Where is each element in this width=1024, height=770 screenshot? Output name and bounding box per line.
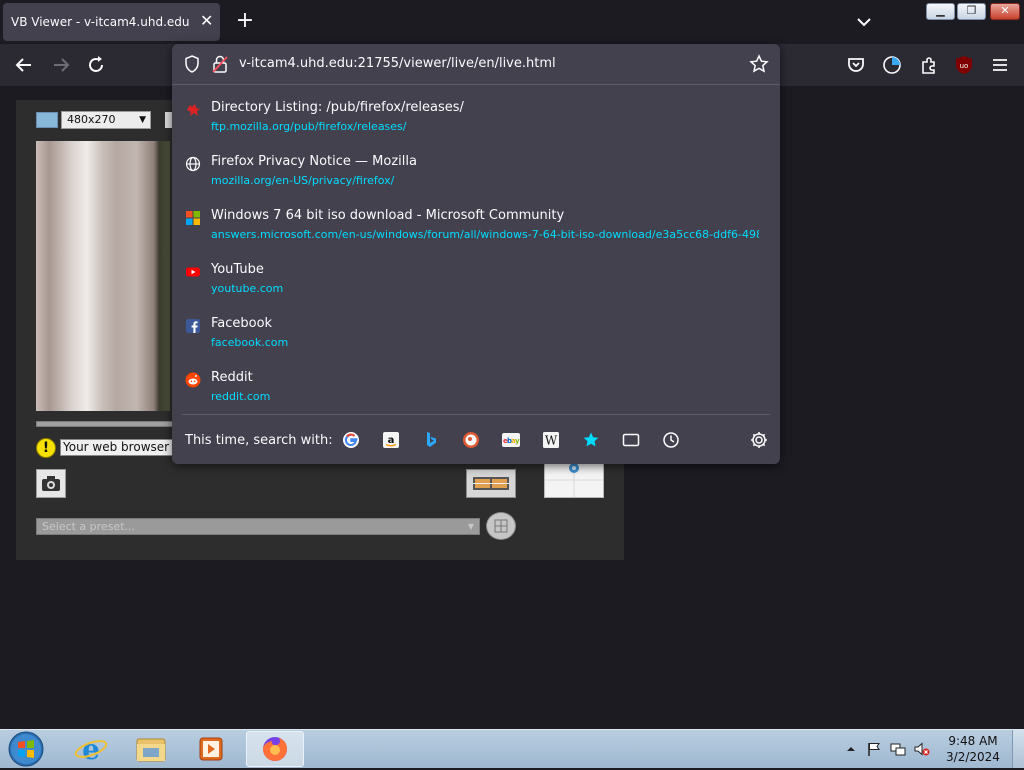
suggestion-url: mozilla.org/en-US/privacy/firefox/ xyxy=(211,174,395,187)
list-all-tabs-icon[interactable] xyxy=(853,13,875,31)
ptz-control-pad[interactable] xyxy=(544,462,604,498)
gear-icon[interactable] xyxy=(750,431,768,449)
resolution-icon xyxy=(36,112,58,128)
window-close-button[interactable]: ✕ xyxy=(990,3,1020,20)
tab-strip: VB Viewer - v-itcam4.uhd.edu ✕ + ▁ ❐ ✕ xyxy=(0,0,1024,44)
layout-split-button[interactable] xyxy=(466,469,516,498)
forward-arrow-icon[interactable] xyxy=(50,54,72,76)
new-tab-button[interactable]: + xyxy=(234,9,256,33)
split-view-icon xyxy=(473,477,509,490)
history-icon[interactable] xyxy=(662,431,680,449)
suggestion-url: reddit.com xyxy=(211,390,271,403)
media-player-icon[interactable] xyxy=(183,731,239,767)
video-progress-bar xyxy=(36,421,176,427)
suggestion-item[interactable]: Windows 7 64 bit iso download - Microsof… xyxy=(172,204,780,258)
clock-date: 3/2/2024 xyxy=(946,750,1000,764)
show-hidden-icons-icon[interactable] xyxy=(843,741,859,757)
svg-text:a: a xyxy=(388,435,395,446)
preset-select[interactable]: Select a preset... ▼ xyxy=(36,518,480,535)
resolution-value: 480x270 xyxy=(67,113,116,126)
suggestion-title: Facebook xyxy=(211,316,273,331)
youtube-icon xyxy=(186,267,200,277)
amazon-icon[interactable]: a xyxy=(382,431,400,449)
preset-placeholder: Select a preset... xyxy=(42,520,136,533)
firefox-icon xyxy=(263,737,287,761)
file-explorer-icon[interactable] xyxy=(123,731,179,767)
facebook-icon xyxy=(186,319,200,333)
windows-taskbar: e 9:48 AM 3/2/2024 xyxy=(0,729,1024,768)
account-sync-icon[interactable] xyxy=(881,54,903,76)
microsoft-icon xyxy=(186,211,200,225)
pocket-icon[interactable] xyxy=(845,54,867,76)
network-icon[interactable] xyxy=(890,741,906,757)
google-icon[interactable] xyxy=(342,431,360,449)
suggestion-url: answers.microsoft.com/en-us/windows/foru… xyxy=(211,228,759,241)
suggestion-title: Firefox Privacy Notice — Mozilla xyxy=(211,154,417,169)
window-minimize-button[interactable]: ▁ xyxy=(926,3,955,20)
url-input[interactable]: v-itcam4.uhd.edu:21755/viewer/live/en/li… xyxy=(239,56,556,71)
tab-title: VB Viewer - v-itcam4.uhd.edu xyxy=(11,15,190,29)
tab-close-icon[interactable]: ✕ xyxy=(200,13,213,29)
preset-grid-icon xyxy=(494,519,508,533)
svg-text:uo: uo xyxy=(960,62,969,70)
firefox-taskbar-button[interactable] xyxy=(246,731,304,767)
windows-start-icon[interactable] xyxy=(6,730,46,768)
action-center-flag-icon[interactable] xyxy=(866,741,882,757)
bookmarks-icon[interactable] xyxy=(582,431,600,449)
browser-warning-text: Your web browser is n xyxy=(60,439,180,456)
suggestion-title: YouTube xyxy=(211,262,264,277)
suggestion-item[interactable]: Reddit reddit.com xyxy=(172,366,780,420)
urlbar-dropdown: v-itcam4.uhd.edu:21755/viewer/live/en/li… xyxy=(172,44,780,464)
svg-text:y: y xyxy=(515,437,520,445)
back-arrow-icon[interactable] xyxy=(13,54,35,76)
resolution-select[interactable]: 480x270 ▼ xyxy=(61,111,151,129)
mozilla-dino-icon xyxy=(187,104,200,116)
snapshot-button[interactable] xyxy=(36,469,66,498)
insecure-lock-icon[interactable] xyxy=(212,55,228,73)
suggestion-title: Windows 7 64 bit iso download - Microsof… xyxy=(211,208,565,223)
internet-explorer-icon[interactable]: e xyxy=(63,731,119,767)
suggestion-url: ftp.mozilla.org/pub/firefox/releases/ xyxy=(211,120,407,133)
bing-icon[interactable] xyxy=(422,431,440,449)
tracking-protection-shield-icon[interactable] xyxy=(184,55,200,73)
duckduckgo-icon[interactable] xyxy=(462,431,480,449)
svg-text:e: e xyxy=(82,733,100,766)
suggestion-url: facebook.com xyxy=(211,336,289,349)
extensions-puzzle-icon[interactable] xyxy=(918,54,940,76)
system-clock[interactable]: 9:48 AM 3/2/2024 xyxy=(938,733,1008,765)
chevron-down-icon: ▼ xyxy=(467,522,474,531)
hamburger-menu-icon[interactable] xyxy=(989,54,1011,76)
oneoff-search-label: This time, search with: xyxy=(185,433,333,448)
urlbar-divider xyxy=(172,84,780,85)
chevron-down-icon: ▼ xyxy=(139,115,146,125)
tab-vb-viewer[interactable]: VB Viewer - v-itcam4.uhd.edu ✕ xyxy=(3,3,220,41)
suggestion-item[interactable]: YouTube youtube.com xyxy=(172,258,780,312)
suggestion-url: youtube.com xyxy=(211,282,284,295)
window-maximize-button[interactable]: ❐ xyxy=(957,3,986,20)
volume-muted-icon[interactable] xyxy=(914,741,930,757)
tabs-icon[interactable] xyxy=(622,431,640,449)
show-desktop-button[interactable] xyxy=(1012,730,1024,768)
svg-text:W: W xyxy=(545,434,558,448)
suggestion-item[interactable]: Directory Listing: /pub/firefox/releases… xyxy=(172,96,780,150)
ebay-icon[interactable]: e b a y xyxy=(502,431,520,449)
wikipedia-icon[interactable]: W xyxy=(542,431,560,449)
warning-icon: ! xyxy=(36,438,56,458)
oneoff-divider xyxy=(182,414,770,415)
suggestion-title: Reddit xyxy=(211,370,253,385)
ublock-origin-icon[interactable]: uo xyxy=(953,54,975,76)
preset-go-button[interactable] xyxy=(486,512,516,540)
suggestion-title: Directory Listing: /pub/firefox/releases… xyxy=(211,100,464,115)
reload-icon[interactable] xyxy=(85,54,107,76)
suggestion-item[interactable]: Facebook facebook.com xyxy=(172,312,780,366)
live-video-frame[interactable] xyxy=(36,141,170,411)
bookmark-star-icon[interactable] xyxy=(749,54,769,74)
ptz-crosshair-icon xyxy=(545,463,603,497)
camera-icon xyxy=(42,476,60,491)
clock-time: 9:48 AM xyxy=(948,734,998,748)
suggestion-item[interactable]: Firefox Privacy Notice — Mozilla mozilla… xyxy=(172,150,780,204)
reddit-icon xyxy=(185,372,201,388)
globe-icon xyxy=(185,156,201,172)
